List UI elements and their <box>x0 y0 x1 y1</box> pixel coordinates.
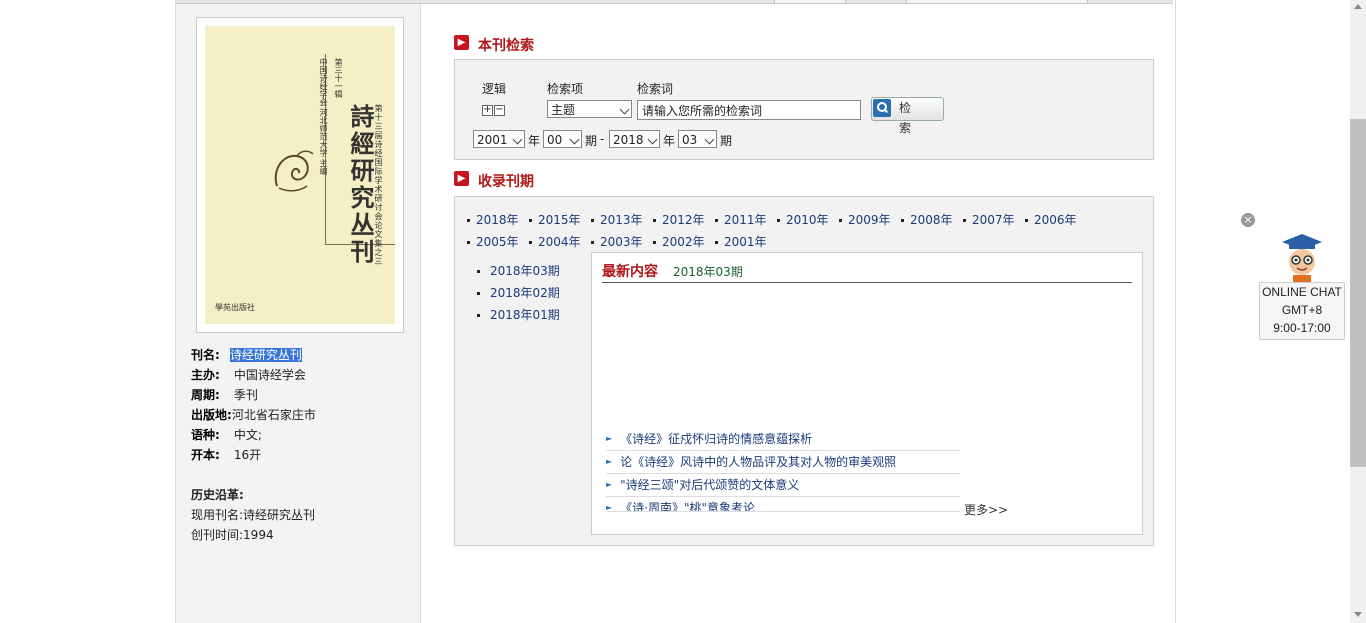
info-row-language: 语种: 中文; <box>191 428 262 442</box>
add-condition-icon[interactable]: + <box>482 105 493 116</box>
cover-subtitle: 第十三届诗经国际学术研讨会论文集之三 <box>374 104 383 266</box>
issue-link[interactable]: 2018年01期 <box>477 306 560 323</box>
remove-condition-icon[interactable]: − <box>494 105 505 116</box>
bullet-icon: ► <box>606 503 613 512</box>
journal-info: 刊名: 诗经研究丛刊 主办: 中国诗经学会 周期: 季刊 出版地:河北省石家庄市 语种… <box>191 345 316 545</box>
search-button[interactable]: 检 索 <box>871 97 944 135</box>
article-link[interactable]: ► 《诗·周南》"桃"意象考论 <box>606 497 960 512</box>
issues-panel: 2018年 2015年 2013年 2012年 2011年 2010年 2009… <box>454 196 1154 546</box>
cover-title: 詩經研究丛刊 <box>346 104 375 266</box>
online-chat-widget[interactable]: × ONLINE CHAT GMT+8 9:00-17:00 <box>1241 213 1345 340</box>
chevron-down-icon <box>569 134 580 145</box>
chevron-down-icon <box>619 104 630 115</box>
year-link[interactable]: 2010年 <box>777 211 829 228</box>
chevron-down-icon <box>647 134 658 145</box>
year-link[interactable]: 2012年 <box>653 211 705 228</box>
info-row-name: 刊名: 诗经研究丛刊 <box>191 348 302 362</box>
history-founded: 创刊时间:1994 <box>191 528 274 542</box>
year-link[interactable]: 2003年 <box>591 233 643 250</box>
article-link[interactable]: ► 论《诗经》风诗中的人物品评及其对人物的审美观照 <box>606 451 960 474</box>
year-link[interactable]: 2009年 <box>839 211 891 228</box>
year-link[interactable]: 2018年 <box>467 211 519 228</box>
latest-content-panel: 最新内容 2018年03期 ► 《诗经》征戍怀归诗的情感意蕴探析 ► 论《诗经》风诗… <box>591 252 1143 535</box>
year-link[interactable]: 2007年 <box>963 211 1015 228</box>
search-icon <box>873 99 891 117</box>
scroll-up-icon[interactable] <box>1354 4 1362 9</box>
info-row-sponsor: 主办: 中国诗经学会 <box>191 368 306 382</box>
journal-name-value: 诗经研究丛刊 <box>229 348 302 362</box>
year-from-select[interactable]: 2001 <box>473 130 525 148</box>
journal-sidebar: 第三十一辑 中国诗经学会 河北师范大学 主编 詩經研究丛刊 第十三届诗经国际学术… <box>176 4 421 623</box>
logic-label: 逻辑 <box>482 82 507 96</box>
cover-volume: 第三十一辑 <box>334 58 343 98</box>
phoenix-motif-icon <box>274 150 314 192</box>
year-link[interactable]: 2011年 <box>715 211 767 228</box>
latest-issue-label: 2018年03期 <box>673 265 743 279</box>
history-heading: 历史沿革: <box>191 488 244 502</box>
main-content: ▶ 本刊检索 逻辑 检索项 检索词 + − 主题 请输入您所需的检索词 检 索 … <box>454 0 1154 623</box>
issue-unit-label: 期 <box>585 134 598 148</box>
journal-cover[interactable]: 第三十一辑 中国诗经学会 河北师范大学 主编 詩經研究丛刊 第十三届诗经国际学术… <box>196 17 404 333</box>
info-row-format: 开本: 16开 <box>191 448 262 462</box>
cover-image: 第三十一辑 中国诗经学会 河北师范大学 主编 詩經研究丛刊 第十三届诗经国际学术… <box>205 26 395 324</box>
issue-link[interactable]: 2018年03期 <box>477 262 560 279</box>
bullet-icon: ► <box>606 457 613 466</box>
year-link[interactable]: 2005年 <box>467 233 519 250</box>
cover-editor: 中国诗经学会 河北师范大学 主编 <box>319 58 328 176</box>
search-field-select[interactable]: 主题 <box>547 100 632 118</box>
cover-publisher: 學苑出版社 <box>215 303 255 312</box>
history-current-name: 现用刊名:诗经研究丛刊 <box>191 508 316 522</box>
year-link[interactable]: 2013年 <box>591 211 643 228</box>
info-row-place: 出版地:河北省石家庄市 <box>191 408 316 422</box>
year-link[interactable]: 2002年 <box>653 233 705 250</box>
year-link[interactable]: 2015年 <box>529 211 581 228</box>
field-label: 检索项 <box>547 82 584 96</box>
chevron-down-icon <box>704 134 715 145</box>
search-keyword-input[interactable]: 请输入您所需的检索词 <box>637 100 861 120</box>
year-unit-label: 年 <box>663 134 676 148</box>
chevron-down-icon <box>512 134 523 145</box>
latest-content-title: 最新内容 <box>602 264 658 280</box>
page-frame: 第三十一辑 中国诗经学会 河北师范大学 主编 詩經研究丛刊 第十三届诗经国际学术… <box>175 0 1176 623</box>
chat-mascot-icon <box>1282 234 1322 282</box>
year-link[interactable]: 2001年 <box>715 233 767 250</box>
info-row-period: 周期: 季刊 <box>191 388 258 402</box>
scrollbar-thumb[interactable] <box>1350 119 1366 467</box>
year-unit-label: 年 <box>528 134 541 148</box>
more-link[interactable]: 更多>> <box>964 501 1008 518</box>
range-dash: - <box>600 132 605 146</box>
scroll-down-icon[interactable] <box>1354 612 1362 617</box>
close-icon[interactable]: × <box>1241 213 1255 227</box>
year-to-select[interactable]: 2018 <box>609 130 660 148</box>
issue-to-select[interactable]: 03 <box>678 130 717 148</box>
keyword-label: 检索词 <box>637 82 674 96</box>
issue-from-select[interactable]: 00 <box>543 130 582 148</box>
vertical-scrollbar[interactable] <box>1350 0 1366 623</box>
arrow-right-icon: ▶ <box>454 171 469 186</box>
search-panel: 逻辑 检索项 检索词 + − 主题 请输入您所需的检索词 检 索 2001 年 … <box>454 59 1154 160</box>
divider <box>602 282 1132 283</box>
year-link[interactable]: 2004年 <box>529 233 581 250</box>
year-link[interactable]: 2008年 <box>901 211 953 228</box>
bullet-icon: ► <box>606 480 613 489</box>
arrow-right-icon: ▶ <box>454 35 469 50</box>
bullet-icon: ► <box>606 434 613 443</box>
article-link[interactable]: ► 《诗经》征戍怀归诗的情感意蕴探析 <box>606 428 960 451</box>
article-link[interactable]: ► "诗经三颂"对后代颂赞的文体意义 <box>606 474 960 497</box>
chat-label[interactable]: ONLINE CHAT GMT+8 9:00-17:00 <box>1259 282 1345 340</box>
issue-unit-label: 期 <box>720 134 733 148</box>
issue-link[interactable]: 2018年02期 <box>477 284 560 301</box>
year-link[interactable]: 2006年 <box>1025 211 1077 228</box>
